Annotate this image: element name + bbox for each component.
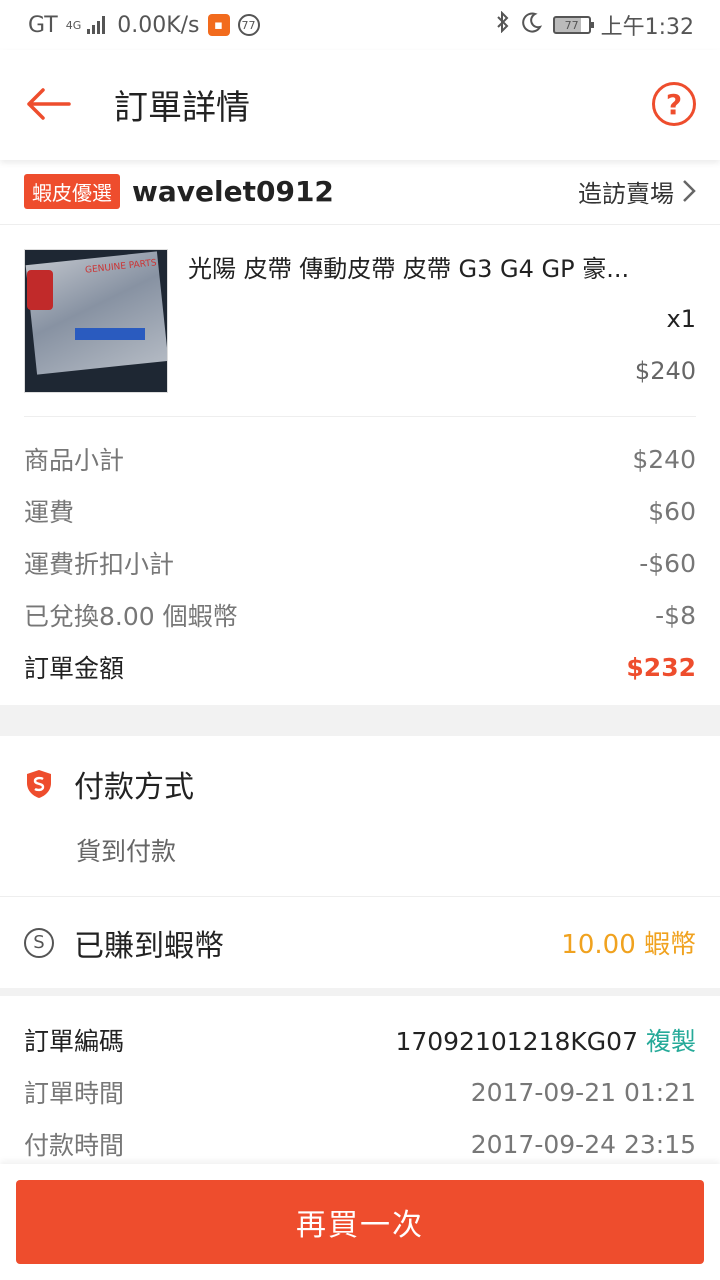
order-time-value: 2017-09-21 01:21 [470, 1077, 696, 1107]
coin-icon: S [24, 927, 54, 958]
shop-name: wavelet0912 [132, 174, 334, 208]
product-item[interactable]: GENUINE PARTS 光陽 皮帶 傳動皮帶 皮帶 G3 G4 GP 豪..… [0, 224, 720, 416]
order-items-card: 蝦皮優選 wavelet0912 造訪賣場 GENUINE PARTS 光陽 皮… [0, 158, 720, 705]
bluetooth-icon [495, 10, 511, 39]
payment-time-label: 付款時間 [24, 1131, 125, 1160]
order-number-label: 訂單編碼 [24, 1027, 125, 1056]
app-bar: 訂單詳情 ? [0, 50, 720, 160]
payment-title: 付款方式 [74, 770, 194, 805]
coins-earned-row: S 已賺到蝦幣 10.00 蝦幣 [0, 896, 720, 988]
summary-value: -$8 [655, 600, 696, 630]
order-total-label: 訂單金額 [24, 654, 125, 683]
summary-value: -$60 [639, 548, 696, 578]
page-title: 訂單詳情 [114, 88, 250, 128]
back-button[interactable] [22, 78, 74, 130]
moon-icon [521, 11, 543, 39]
payment-time-row: 付款時間 2017-09-24 23:15 [0, 1118, 720, 1170]
summary-row: 已兌換8.00 個蝦幣 -$8 [24, 589, 696, 641]
buy-again-button[interactable]: 再買一次 [16, 1180, 704, 1264]
mi-app-icon: ▪ [207, 14, 230, 36]
order-time-label: 訂單時間 [24, 1079, 125, 1108]
clock: 上午1:32 [600, 15, 694, 40]
summary-label: 運費 [24, 498, 75, 527]
coins-earned-title: 已賺到蝦幣 [74, 928, 224, 964]
notification-count: 77 [237, 14, 260, 36]
order-time-row: 訂單時間 2017-09-21 01:21 [0, 1066, 720, 1118]
payment-method: 貨到付款 [76, 837, 177, 866]
coins-earned-value: 10.00 蝦幣 [561, 930, 696, 960]
product-quantity: x1 [666, 305, 696, 333]
summary-label: 已兌換8.00 個蝦幣 [24, 602, 238, 631]
help-button[interactable]: ? [652, 82, 696, 126]
network-tag: 4G [65, 18, 82, 32]
network-speed: 0.00K/s [117, 12, 200, 38]
question-icon: ? [665, 87, 683, 121]
summary-row: 運費 $60 [24, 485, 696, 537]
status-bar: GT 4G 0.00K/s ▪ 77 77 上午1:32 [0, 0, 720, 50]
summary-value: $240 [632, 444, 696, 474]
shield-icon [27, 770, 51, 798]
visit-shop-link[interactable]: 造訪賣場 [578, 174, 696, 209]
preferred-badge: 蝦皮優選 [24, 173, 120, 209]
signal-icon [87, 16, 106, 34]
carrier-label: GT [28, 12, 58, 38]
copy-button[interactable]: 複製 [646, 1027, 696, 1056]
payment-header: 付款方式 [0, 736, 720, 832]
summary-label: 運費折扣小計 [24, 550, 175, 579]
order-total-value: $232 [626, 652, 696, 682]
summary-value: $60 [648, 496, 696, 526]
price-summary: 商品小計 $240 運費 $60 運費折扣小計 -$60 已兌換8.00 個蝦幣… [24, 416, 696, 705]
shop-row: 蝦皮優選 wavelet0912 造訪賣場 [0, 158, 720, 224]
product-name: 光陽 皮帶 傳動皮帶 皮帶 G3 G4 GP 豪... [188, 255, 630, 283]
battery-icon: 77 [552, 16, 594, 34]
order-info-card: 訂單編碼 17092101218KG07 複製 訂單時間 2017-09-21 0… [0, 996, 720, 1164]
order-number: 17092101218KG07 [395, 1027, 638, 1056]
summary-row: 運費折扣小計 -$60 [24, 537, 696, 589]
order-total-row: 訂單金額 $232 [24, 641, 696, 693]
visit-shop-label: 造訪賣場 [578, 179, 674, 208]
product-info: 光陽 皮帶 傳動皮帶 皮帶 G3 G4 GP 豪... x1 $240 [188, 249, 696, 385]
summary-row: 商品小計 $240 [24, 433, 696, 485]
payment-time-value: 2017-09-24 23:15 [470, 1129, 696, 1159]
chevron-right-icon [683, 180, 696, 202]
product-price: $240 [634, 357, 696, 385]
bottom-action-bar: 再買一次 [0, 1164, 720, 1280]
product-thumbnail: GENUINE PARTS [24, 249, 168, 393]
order-number-row: 訂單編碼 17092101218KG07 複製 [0, 1014, 720, 1066]
arrow-left-icon [27, 88, 71, 120]
summary-label: 商品小計 [24, 446, 125, 475]
payment-card: 付款方式 貨到付款 S 已賺到蝦幣 10.00 蝦幣 [0, 736, 720, 988]
